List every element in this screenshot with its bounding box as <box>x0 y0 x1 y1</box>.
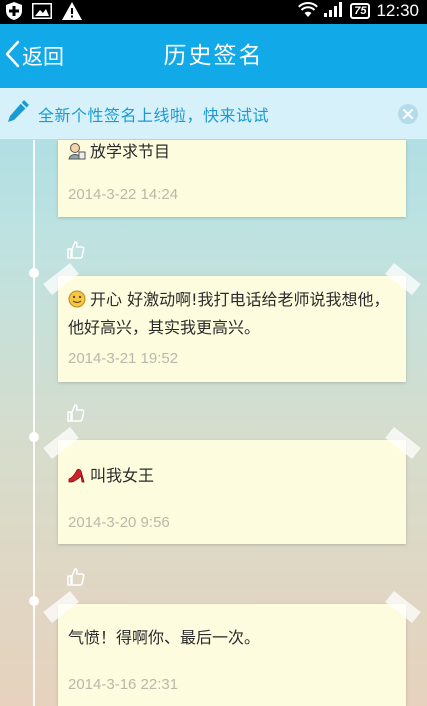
clock: 12:30 <box>376 1 419 20</box>
signature-date: 2014-3-21 19:52 <box>68 350 179 367</box>
signature-card[interactable]: 放学求节目 2014-3-22 14:24 <box>58 140 406 217</box>
pencil-icon <box>6 99 30 129</box>
signature-date: 2014-3-22 14:24 <box>68 186 179 203</box>
close-icon <box>398 109 418 128</box>
thumbs-up-icon <box>66 568 86 591</box>
thumbs-up-icon <box>66 404 86 427</box>
like-button[interactable] <box>66 403 86 423</box>
back-label: 返回 <box>22 45 64 69</box>
promo-banner[interactable]: 全新个性签名上线啦，快来试试 <box>0 88 427 140</box>
timeline-dot <box>29 432 39 442</box>
signature-date: 2014-3-20 9:56 <box>68 514 170 531</box>
wifi-icon <box>298 1 319 21</box>
like-button[interactable] <box>66 240 86 260</box>
signature-text: 开心 好激动啊!我打电话给老师说我想他，他好高兴，其实我更高兴。 <box>68 290 390 337</box>
tape-decoration <box>385 591 421 623</box>
signature-text: 放学求节目 <box>90 142 171 161</box>
warning-icon <box>62 2 82 24</box>
banner-text: 全新个性签名上线啦，快来试试 <box>38 105 270 125</box>
thumbs-up-icon <box>66 241 86 264</box>
student-emoji-icon <box>68 141 86 160</box>
close-banner-button[interactable] <box>398 104 418 124</box>
battery-indicator: 75 <box>350 3 371 19</box>
signature-date: 2014-3-16 22:31 <box>68 676 179 693</box>
smile-emoji-icon <box>68 289 86 308</box>
signature-card[interactable]: 叫我女王 2014-3-20 9:56 <box>43 427 421 544</box>
tape-decoration <box>43 427 79 459</box>
timeline-line <box>33 140 35 706</box>
image-icon <box>31 2 53 23</box>
high-heel-emoji-icon <box>68 465 86 483</box>
tape-decoration <box>43 591 79 623</box>
chevron-left-icon <box>4 40 20 72</box>
signature-text: 叫我女王 <box>90 466 155 485</box>
signal-icon <box>324 1 344 21</box>
status-bar: 75 12:30 <box>0 0 427 24</box>
shield-plus-icon <box>6 2 22 24</box>
signature-card[interactable]: 开心 好激动啊!我打电话给老师说我想他，他好高兴，其实我更高兴。 2014-3-… <box>43 263 421 382</box>
tape-decoration <box>385 427 421 459</box>
timeline-dot <box>29 596 39 606</box>
signature-text: 气愤！得啊你、最后一次。 <box>68 628 261 647</box>
timeline-dot <box>29 268 39 278</box>
title-bar: 历史签名 返回 <box>0 24 427 88</box>
like-button[interactable] <box>66 567 86 587</box>
signature-card[interactable]: 气愤！得啊你、最后一次。 2014-3-16 22:31 <box>43 591 421 706</box>
back-button[interactable]: 返回 <box>0 24 80 88</box>
